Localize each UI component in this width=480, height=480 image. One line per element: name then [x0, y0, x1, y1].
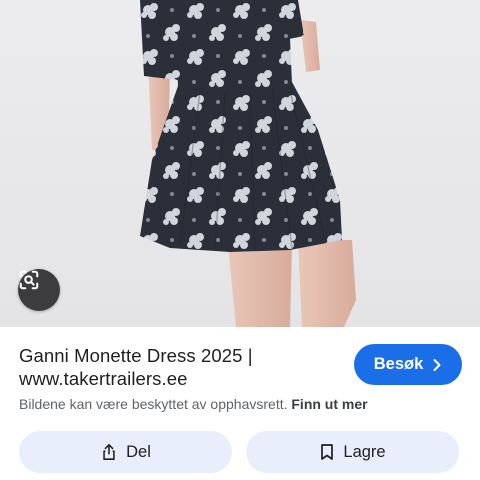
lens-search-icon: [19, 270, 39, 290]
bookmark-icon: [319, 443, 335, 461]
result-info-panel: Ganni Monette Dress 2025 | www.takertrai…: [0, 327, 480, 480]
share-icon: [100, 443, 118, 461]
learn-more-link[interactable]: Finn ut mer: [291, 396, 367, 412]
share-label: Del: [126, 442, 151, 461]
visit-button[interactable]: Besøk: [354, 344, 462, 385]
copyright-text: Bildene kan være beskyttet av opphavsret…: [19, 396, 288, 412]
lens-button[interactable]: [18, 269, 60, 311]
save-button[interactable]: Lagre: [246, 431, 459, 473]
copyright-notice: Bildene kan være beskyttet av opphavsret…: [19, 396, 469, 412]
title-line-2: www.takertrailers.ee: [19, 368, 188, 389]
chevron-right-icon: [433, 358, 441, 371]
product-title[interactable]: Ganni Monette Dress 2025 | www.takertrai…: [19, 344, 339, 390]
save-label: Lagre: [343, 442, 386, 461]
visit-button-label: Besøk: [373, 355, 424, 373]
share-button[interactable]: Del: [19, 431, 232, 473]
product-image[interactable]: [0, 0, 480, 327]
title-line-1: Ganni Monette Dress 2025 |: [19, 345, 253, 366]
dress-photo: [140, 0, 356, 327]
